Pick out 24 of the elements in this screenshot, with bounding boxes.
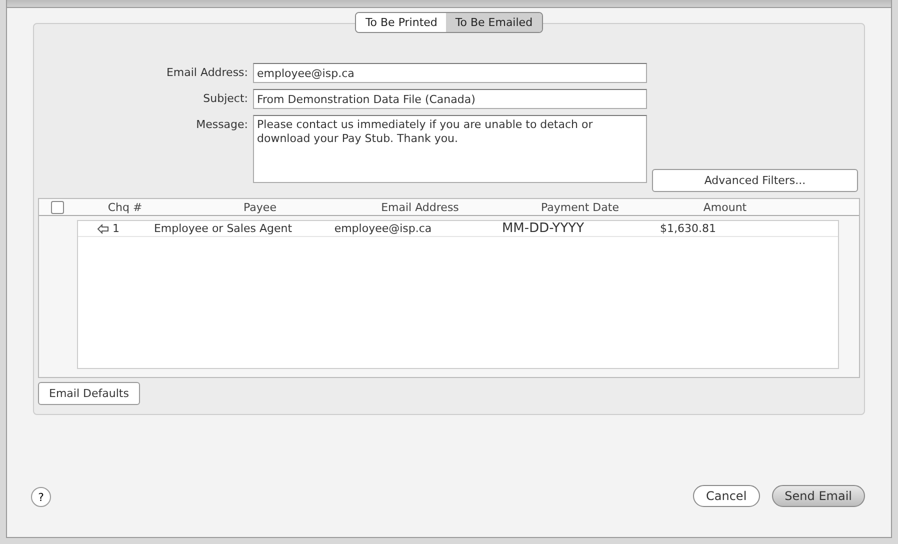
message-field[interactable]: Please contact us immediately if you are unable to detach or download your Pay Stub. Thank you. xyxy=(253,115,647,183)
column-header[interactable]: Chq # xyxy=(75,200,175,214)
column-header[interactable]: Email Address xyxy=(345,200,495,214)
table-cell: MM-DD-YYYY xyxy=(502,221,584,236)
tab[interactable]: To Be Emailed xyxy=(446,13,542,32)
table-cell: Employee or Sales Agent xyxy=(154,222,292,235)
field-label: Message: xyxy=(195,117,248,131)
column-header[interactable]: Amount xyxy=(665,200,785,214)
cancel-button[interactable]: Cancel xyxy=(693,485,760,507)
column-header[interactable]: Payment Date xyxy=(495,200,665,214)
checkbox[interactable] xyxy=(50,200,64,214)
table-cell: employee@isp.ca xyxy=(334,222,432,235)
advanced-filters-button[interactable]: Advanced Filters... xyxy=(652,169,858,192)
help-button[interactable]: ? xyxy=(31,487,51,507)
send-button[interactable]: Send Email xyxy=(772,485,865,507)
column-header[interactable]: Payee xyxy=(175,200,345,214)
field-label: Email Address: xyxy=(165,65,248,79)
field-label: Subject: xyxy=(202,91,248,105)
email-field[interactable]: employee@isp.ca xyxy=(253,63,647,83)
arrow-icon xyxy=(96,224,108,234)
email-defaults-button[interactable]: Email Defaults xyxy=(38,382,140,405)
table-cell: 1 xyxy=(112,222,120,235)
subject-field[interactable]: From Demonstration Data File (Canada) xyxy=(253,89,647,109)
table-cell: $1,630.81 xyxy=(660,222,716,235)
